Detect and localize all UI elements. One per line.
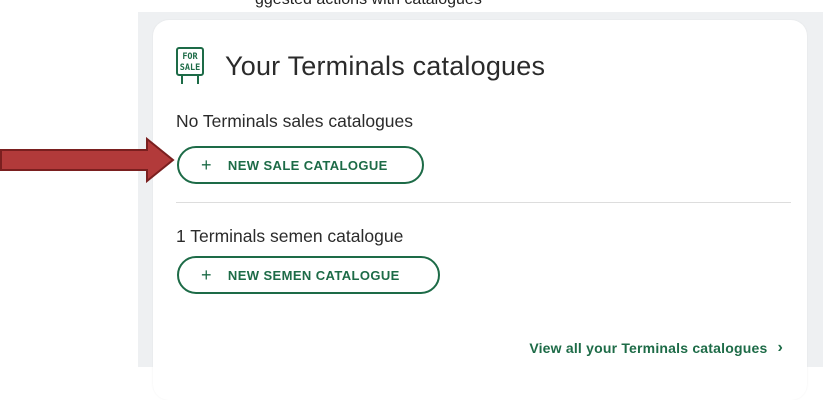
- new-semen-catalogue-label: NEW SEMEN CATALOGUE: [227, 267, 400, 283]
- plus-icon: +: [201, 265, 212, 285]
- section-divider: [176, 202, 791, 203]
- sign-text-line2: SALE: [180, 63, 200, 73]
- new-semen-catalogue-button[interactable]: + NEW SEMEN CATALOGUE: [177, 256, 440, 294]
- new-sale-catalogue-label: NEW SALE CATALOGUE: [227, 157, 388, 173]
- plus-icon: +: [201, 155, 212, 175]
- semen-catalogues-status: 1 Terminals semen catalogue: [176, 226, 404, 246]
- view-all-catalogues-link[interactable]: View all your Terminals catalogues ›: [529, 339, 783, 357]
- new-sale-catalogue-button[interactable]: + NEW SALE CATALOGUE: [177, 146, 424, 184]
- sign-text-line1: FOR: [182, 52, 198, 62]
- chevron-right-icon: ›: [777, 339, 783, 356]
- catalogues-card: FOR SALE Your Terminals catalogues No Te…: [153, 20, 807, 400]
- view-all-catalogues-label: View all your Terminals catalogues: [529, 340, 768, 356]
- sales-catalogues-status: No Terminals sales catalogues: [176, 111, 414, 131]
- for-sale-sign-icon: FOR SALE: [176, 47, 204, 84]
- red-arrow-icon: [0, 137, 175, 183]
- card-title: Your Terminals catalogues: [225, 50, 546, 81]
- card-header: FOR SALE Your Terminals catalogues: [175, 46, 545, 86]
- cut-off-heading: ggested actions with catalogues: [255, 0, 482, 9]
